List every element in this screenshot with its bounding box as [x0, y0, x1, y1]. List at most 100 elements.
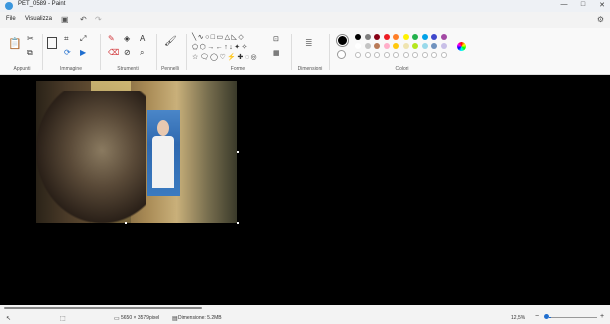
paint-app-icon — [5, 2, 13, 10]
brush-icon[interactable]: 🖌 — [164, 37, 177, 47]
save-icon[interactable]: ▣ — [61, 15, 69, 24]
window-title: PET_0589 - Paint — [18, 1, 66, 7]
zoom-out-button[interactable]: − — [535, 313, 539, 320]
redo-icon[interactable]: ↷ — [95, 15, 102, 24]
color-swatch[interactable] — [431, 34, 437, 40]
ribbon-divider — [100, 34, 101, 70]
settings-icon[interactable]: ⚙ — [597, 15, 604, 24]
flip-icon[interactable]: ▶ — [80, 49, 86, 57]
color-swatch[interactable] — [383, 43, 390, 49]
size-icon[interactable]: ≣ — [305, 39, 313, 48]
ribbon-divider — [186, 34, 187, 70]
color-swatch[interactable] — [440, 34, 447, 40]
zoom-in-button[interactable]: + — [600, 313, 604, 320]
custom-color-slot[interactable] — [421, 52, 428, 58]
cut-icon[interactable]: ✂ — [27, 35, 34, 43]
rotate-icon[interactable]: ⟳ — [64, 49, 71, 57]
group-label-size: Dimensioni — [297, 66, 323, 72]
color-swatch[interactable] — [402, 34, 409, 40]
outline-icon[interactable]: ⊡ — [273, 36, 279, 43]
color-swatch[interactable] — [374, 34, 380, 40]
eraser-icon[interactable]: ⌫ — [108, 49, 119, 57]
person-body — [152, 136, 174, 188]
file-size-icon: ▤ — [172, 316, 178, 322]
ribbon-divider — [329, 34, 330, 70]
color-swatch[interactable] — [383, 34, 390, 40]
zoom-slider[interactable] — [549, 317, 597, 318]
magnifier-icon[interactable]: ⌕ — [140, 49, 144, 57]
custom-color-slot[interactable] — [412, 52, 418, 58]
custom-color-slot[interactable] — [383, 52, 390, 58]
person-head — [157, 120, 169, 136]
group-label-clipboard: Appunti — [13, 66, 31, 72]
custom-color-slot[interactable] — [374, 52, 380, 58]
group-label-shapes: Forme — [230, 66, 246, 72]
file-size: Dimensione: 5.2MB — [178, 315, 222, 321]
zoom-level[interactable]: 12,5% — [511, 315, 525, 321]
ribbon-divider — [42, 34, 43, 70]
ribbon-toolbar: 📋 ✂ ⧉ Appunti ⌗ ⤢ ⟳ ▶ Immagine ✎ ◈ A ⌫ ⊘… — [0, 28, 610, 75]
resize-handle-corner[interactable] — [237, 222, 239, 224]
menu-view[interactable]: Visualizza — [25, 16, 52, 22]
pasted-person-photo[interactable] — [147, 110, 180, 196]
shapes-row-2-icon[interactable]: ⬠⬡→←↑↓✦✧ — [192, 44, 249, 51]
color-swatch[interactable] — [355, 43, 361, 49]
color-swatch[interactable] — [412, 34, 418, 40]
status-bar: ↖ ⬚ ▭ 5650 × 3579pixel ▤ Dimensione: 5.2… — [0, 311, 610, 324]
cursor-icon: ↖ — [6, 316, 12, 322]
shapes-row-3-icon[interactable]: ☆🗨◯♡⚡✚◌◎ — [192, 54, 258, 61]
color-swatch[interactable] — [393, 34, 399, 40]
menu-bar: File Visualizza ▣ ↶ ↷ ⚙ — [0, 13, 610, 27]
color-picker-icon[interactable]: ⊘ — [124, 49, 131, 57]
color-swatch[interactable] — [421, 43, 428, 49]
custom-color-slot[interactable] — [431, 52, 437, 58]
shape-fill-icon[interactable]: ▦ — [273, 50, 280, 57]
resize-handle-right[interactable] — [237, 151, 239, 153]
minimize-button[interactable]: — — [560, 1, 568, 9]
secondary-color[interactable] — [337, 50, 346, 59]
text-icon[interactable]: A — [140, 35, 145, 43]
copy-icon[interactable]: ⧉ — [27, 49, 33, 57]
select-icon[interactable] — [47, 37, 57, 49]
color-swatch[interactable] — [393, 43, 399, 49]
resize-handle-bottom[interactable] — [125, 222, 127, 224]
custom-color-slot[interactable] — [440, 52, 447, 58]
selection-icon: ⬚ — [60, 316, 66, 322]
canvas-size-icon: ▭ — [114, 316, 120, 322]
color-swatch[interactable] — [355, 34, 361, 40]
group-label-brushes: Pennelli — [161, 66, 179, 72]
custom-color-slot[interactable] — [402, 52, 409, 58]
shapes-row-1-icon[interactable]: ╲∿○□▭△◺◇ — [192, 34, 245, 41]
window-controls: — □ ✕ — [560, 1, 606, 9]
custom-color-slot[interactable] — [355, 52, 361, 58]
color-swatch[interactable] — [431, 43, 437, 49]
fill-icon[interactable]: ◈ — [124, 35, 130, 43]
color-swatch[interactable] — [364, 43, 371, 49]
color-swatch[interactable] — [412, 43, 418, 49]
group-label-image: Immagine — [60, 66, 82, 72]
edit-colors-icon[interactable] — [457, 42, 466, 51]
image-dimensions: 5650 × 3579pixel — [121, 315, 160, 321]
color-swatch[interactable] — [440, 43, 447, 49]
drawing-canvas-area[interactable] — [0, 75, 610, 305]
paste-icon[interactable]: 📋 — [8, 39, 22, 50]
custom-color-slot[interactable] — [364, 52, 371, 58]
close-button[interactable]: ✕ — [598, 1, 606, 9]
canvas-image[interactable] — [36, 81, 237, 223]
resize-icon[interactable]: ⤢ — [80, 35, 86, 43]
cat-photo — [36, 91, 146, 223]
maximize-button[interactable]: □ — [579, 1, 587, 9]
color-swatch[interactable] — [402, 43, 409, 49]
custom-color-slot[interactable] — [393, 52, 399, 58]
color-swatch[interactable] — [364, 34, 371, 40]
primary-color[interactable] — [337, 35, 348, 46]
pencil-icon[interactable]: ✎ — [108, 35, 115, 43]
title-bar: PET_0589 - Paint — □ ✕ — [0, 0, 610, 12]
undo-icon[interactable]: ↶ — [80, 15, 87, 24]
menu-file[interactable]: File — [6, 16, 16, 22]
color-swatch[interactable] — [374, 43, 380, 49]
zoom-slider-fill — [549, 317, 551, 318]
crop-icon[interactable]: ⌗ — [64, 35, 69, 43]
horizontal-scrollbar[interactable] — [4, 307, 202, 309]
color-swatch[interactable] — [421, 34, 428, 40]
